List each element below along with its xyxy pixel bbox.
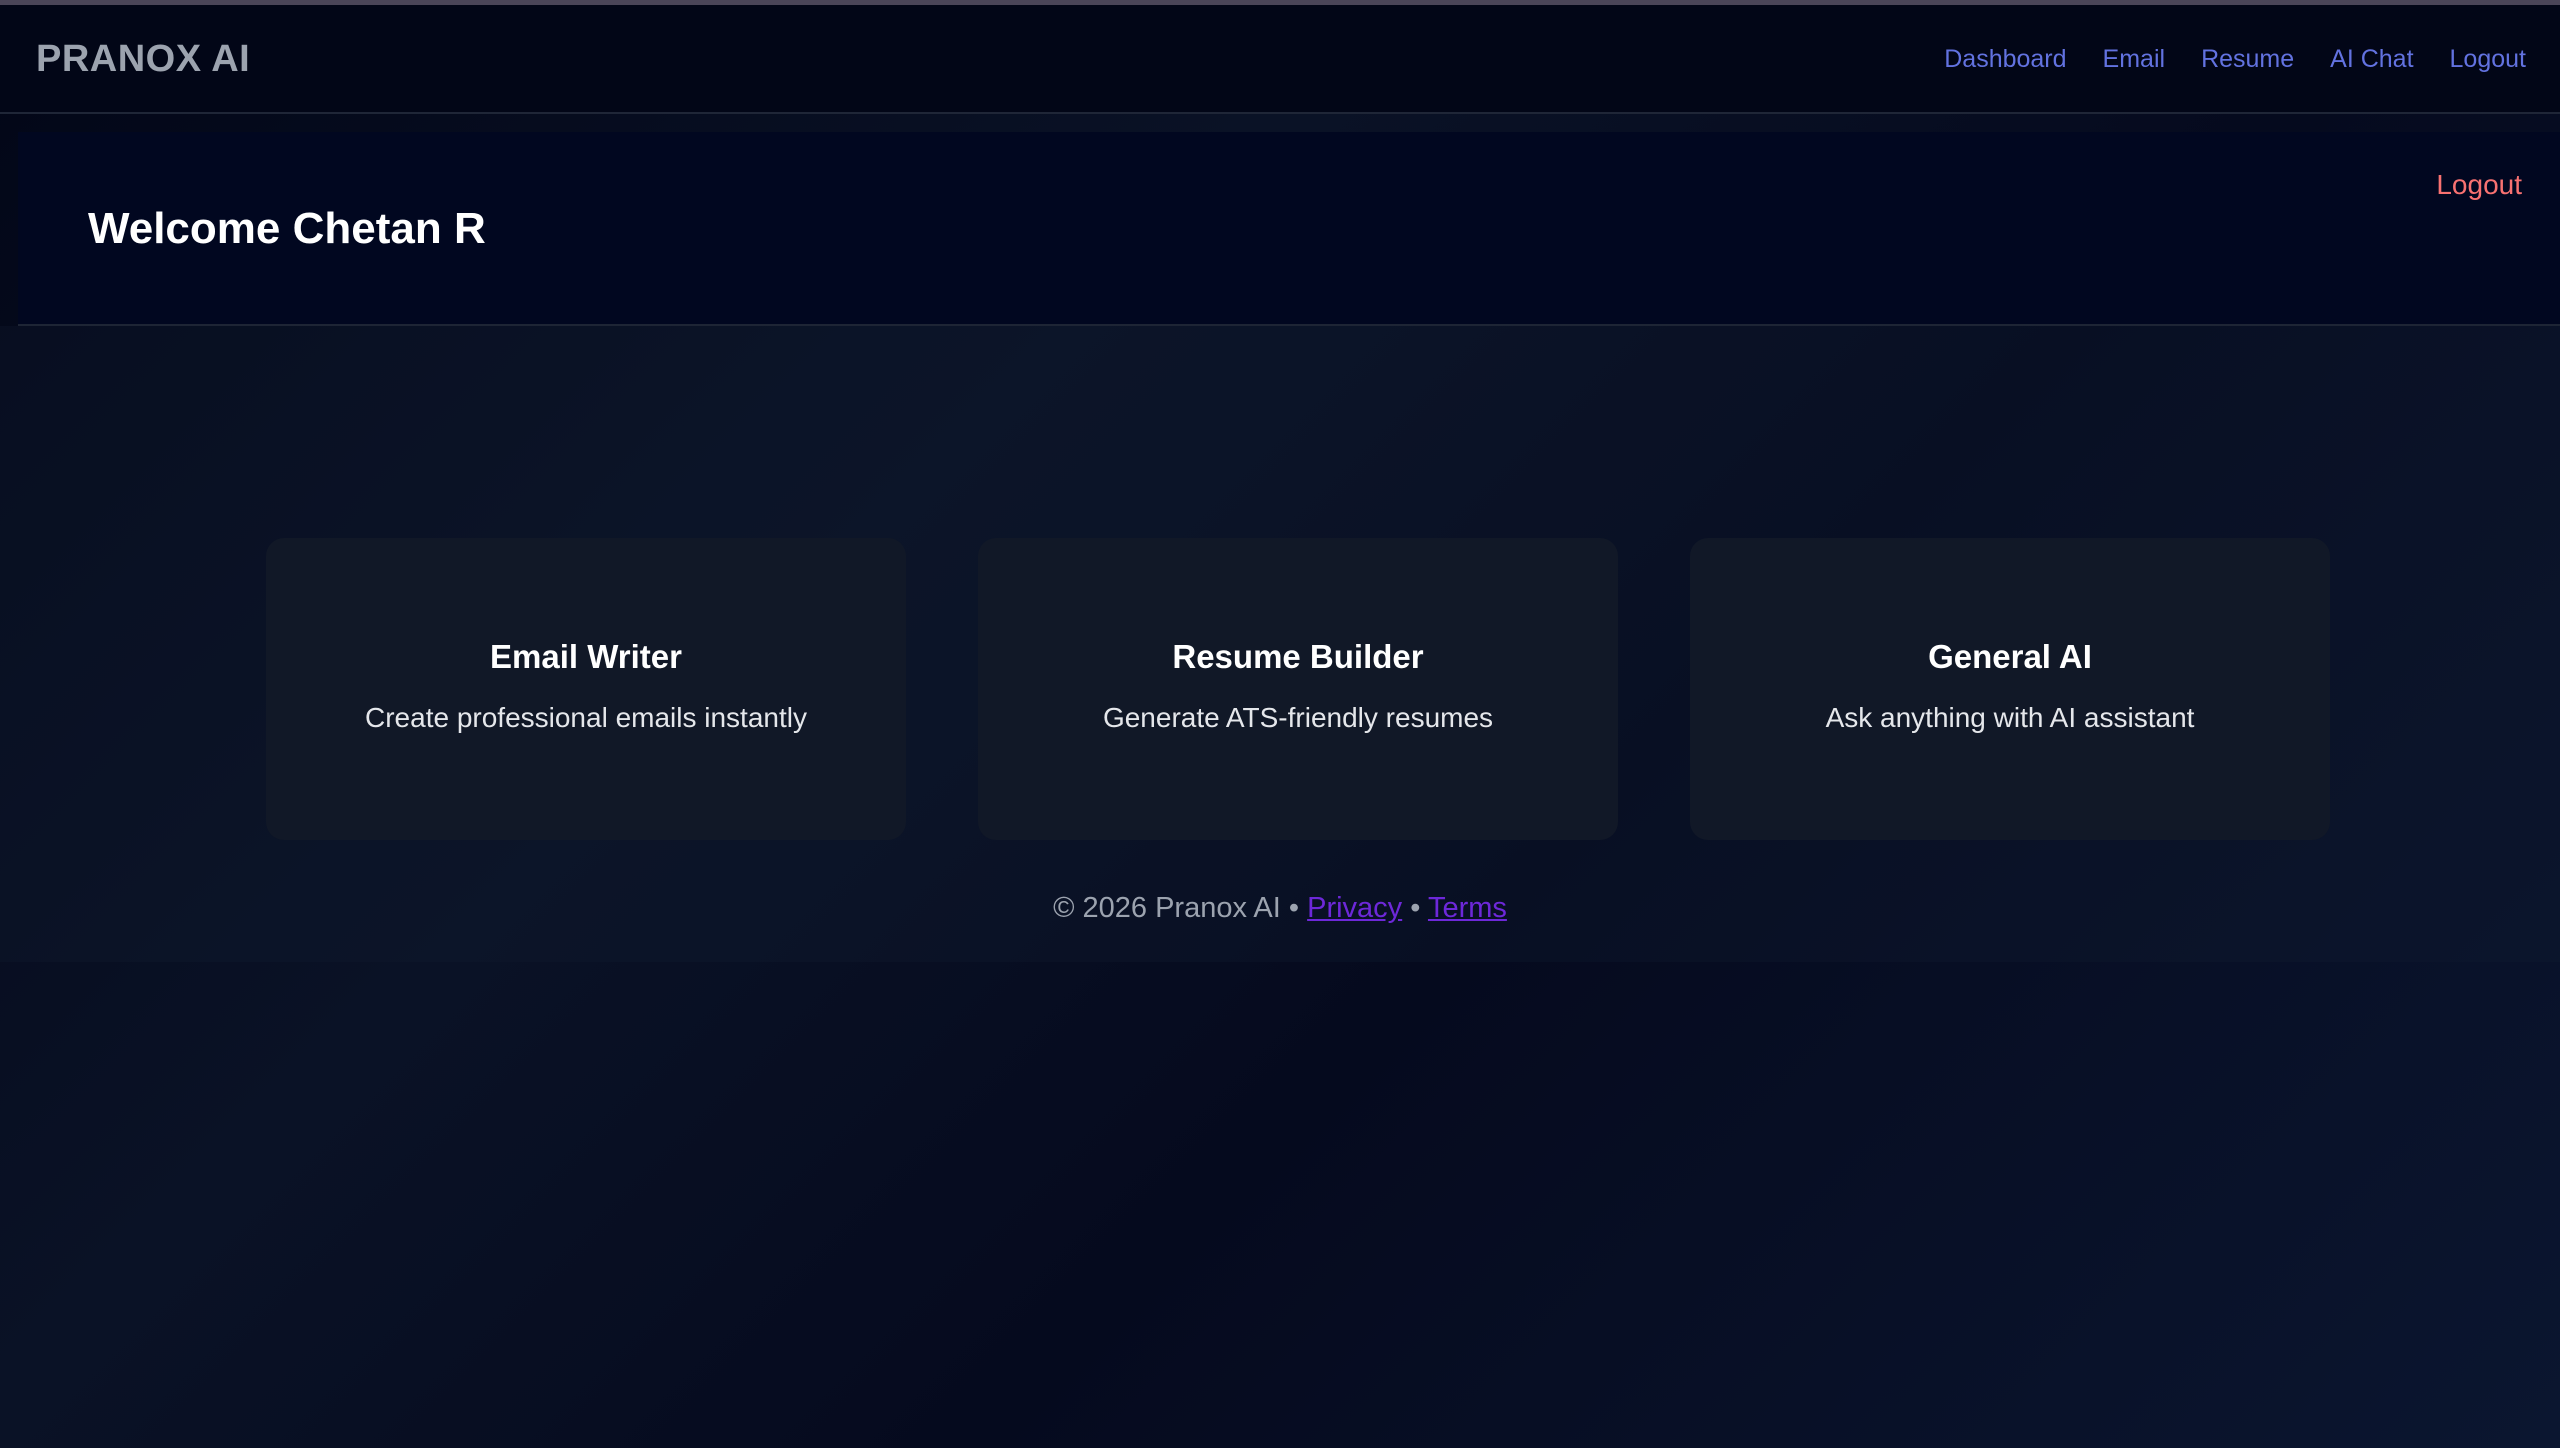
card-general-ai[interactable]: General AI Ask anything with AI assistan…: [1690, 538, 2330, 840]
page-footer: © 2026 Pranox AI • Privacy • Terms: [0, 892, 2560, 925]
nav-link-dashboard[interactable]: Dashboard: [1944, 45, 2066, 74]
welcome-header: Welcome Chetan R Logout: [18, 132, 2560, 326]
nav-link-ai-chat[interactable]: AI Chat: [2330, 45, 2413, 74]
feature-cards: Email Writer Create professional emails …: [266, 538, 2330, 840]
brand-logo[interactable]: PRANOX AI: [36, 38, 250, 81]
card-title: General AI: [1928, 638, 2092, 675]
card-resume-builder[interactable]: Resume Builder Generate ATS-friendly res…: [978, 538, 1618, 840]
card-description: Ask anything with AI assistant: [1825, 702, 2195, 733]
card-description: Generate ATS-friendly resumes: [1102, 702, 1494, 733]
top-navbar: PRANOX AI Dashboard Email Resume AI Chat…: [0, 5, 2560, 114]
footer-separator: •: [1410, 892, 1421, 924]
nav-link-resume[interactable]: Resume: [2201, 45, 2294, 74]
card-email-writer[interactable]: Email Writer Create professional emails …: [266, 538, 906, 840]
footer-separator: •: [1288, 892, 1300, 924]
privacy-link[interactable]: Privacy: [1307, 892, 1402, 924]
terms-link[interactable]: Terms: [1428, 892, 1507, 924]
dashboard-main: Email Writer Create professional emails …: [0, 326, 2560, 962]
footer-copyright: © 2026 Pranox AI: [1053, 892, 1281, 924]
logout-button[interactable]: Logout: [2436, 169, 2522, 201]
nav-links: Dashboard Email Resume AI Chat Logout: [1944, 45, 2526, 74]
nav-link-email[interactable]: Email: [2103, 45, 2166, 74]
nav-link-logout[interactable]: Logout: [2450, 45, 2526, 74]
card-title: Email Writer: [490, 638, 682, 675]
card-description: Create professional emails instantly: [365, 702, 807, 733]
page-title: Welcome Chetan R: [88, 204, 486, 253]
card-title: Resume Builder: [1172, 638, 1424, 675]
